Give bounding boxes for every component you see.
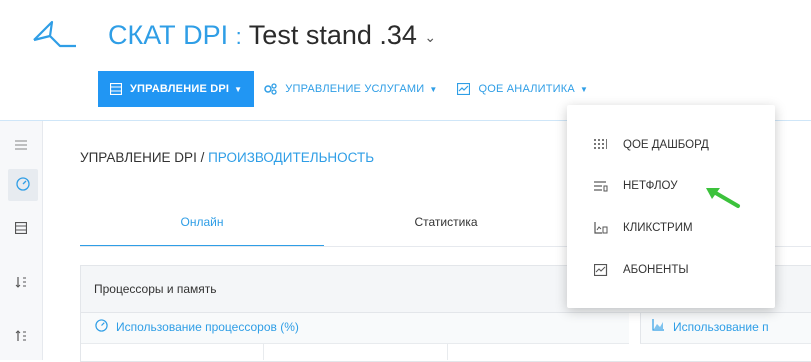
dropdown-item-clickstream[interactable]: КЛИКСТРИМ [567,211,775,245]
caret-down-icon: ▼ [234,84,243,94]
table-icon [110,83,122,95]
sidebar-item-sort-alt[interactable] [8,321,34,353]
sidebar-item-sort[interactable] [8,267,34,299]
nav-services-label: УПРАВЛЕНИЕ УСЛУГАМИ [285,83,425,95]
tab-online[interactable]: Онлайн [80,215,324,247]
dropdown-item-qoe-dashboard[interactable]: QOE ДАШБОРД [567,128,775,162]
sidebar-item-table[interactable] [8,213,34,245]
gauge-icon [95,319,108,335]
panel-title: Процессоры и память [94,282,217,296]
memory-usage-label: Использование п [673,319,769,334]
title-separator: : [235,24,242,49]
tab-statistics[interactable]: Статистика [324,215,568,245]
dashboard-icon [16,176,30,194]
pointer-arrow-icon [704,186,744,215]
table-icon [14,221,28,237]
breadcrumb: УПРАВЛЕНИЕ DPI / ПРОИЗВОДИТЕЛЬНОСТЬ [80,150,374,165]
nav-dpi-management-label: УПРАВЛЕНИЕ DPI [130,83,230,95]
area-chart-icon [652,319,665,334]
breadcrumb-root[interactable]: УПРАВЛЕНИЕ DPI / [80,150,208,165]
subscribers-icon [594,264,608,276]
logo-icon [30,18,80,58]
nav-qoe-analytics-label: QOE АНАЛИТИКА [478,83,575,95]
sidebar [0,121,43,360]
cpu-usage-title[interactable]: Использование процессоров (%) [95,319,299,335]
caret-down-icon: ▼ [429,84,438,94]
sidebar-item-performance[interactable] [8,169,38,201]
breadcrumb-current[interactable]: ПРОИЗВОДИТЕЛЬНОСТЬ [208,150,374,165]
caret-down-icon: ▼ [579,84,589,94]
dropdown-item-label: АБОНЕНТЫ [623,264,689,276]
app-title[interactable]: СКАТ DPI : Test stand .34 ⌄ [108,18,436,54]
sort-icon [15,276,27,291]
grid-divider [263,344,264,360]
top-nav: УПРАВЛЕНИЕ DPI ▼ УПРАВЛЕНИЕ УСЛУГАМИ ▼ Q… [98,71,598,107]
dropdown-item-subscribers[interactable]: АБОНЕНТЫ [567,253,775,287]
nav-services-button[interactable]: УПРАВЛЕНИЕ УСЛУГАМИ ▼ [254,71,447,107]
nav-qoe-analytics-button[interactable]: QOE АНАЛИТИКА ▼ [447,71,598,107]
brand-name: СКАТ DPI [108,20,229,50]
clickstream-icon [594,222,608,234]
grid-divider [447,344,448,360]
dropdown-item-label: НЕТФЛОУ [623,180,678,192]
nav-dpi-management-button[interactable]: УПРАВЛЕНИЕ DPI ▼ [98,71,255,107]
dropdown-item-label: КЛИКСТРИМ [623,222,693,234]
chevron-down-icon: ⌄ [424,28,437,45]
menu-icon[interactable] [8,129,34,161]
sort-alt-icon [15,329,27,345]
memory-usage-title[interactable]: Использование п [652,319,811,334]
dropdown-item-label: QOE ДАШБОРД [623,139,709,151]
grid-icon [594,139,608,151]
cpu-usage-label: Использование процессоров (%) [116,320,299,334]
stand-name: Test stand .34 [248,20,417,50]
analytics-icon [457,83,471,95]
services-icon [264,83,277,95]
netflow-icon [594,180,608,192]
